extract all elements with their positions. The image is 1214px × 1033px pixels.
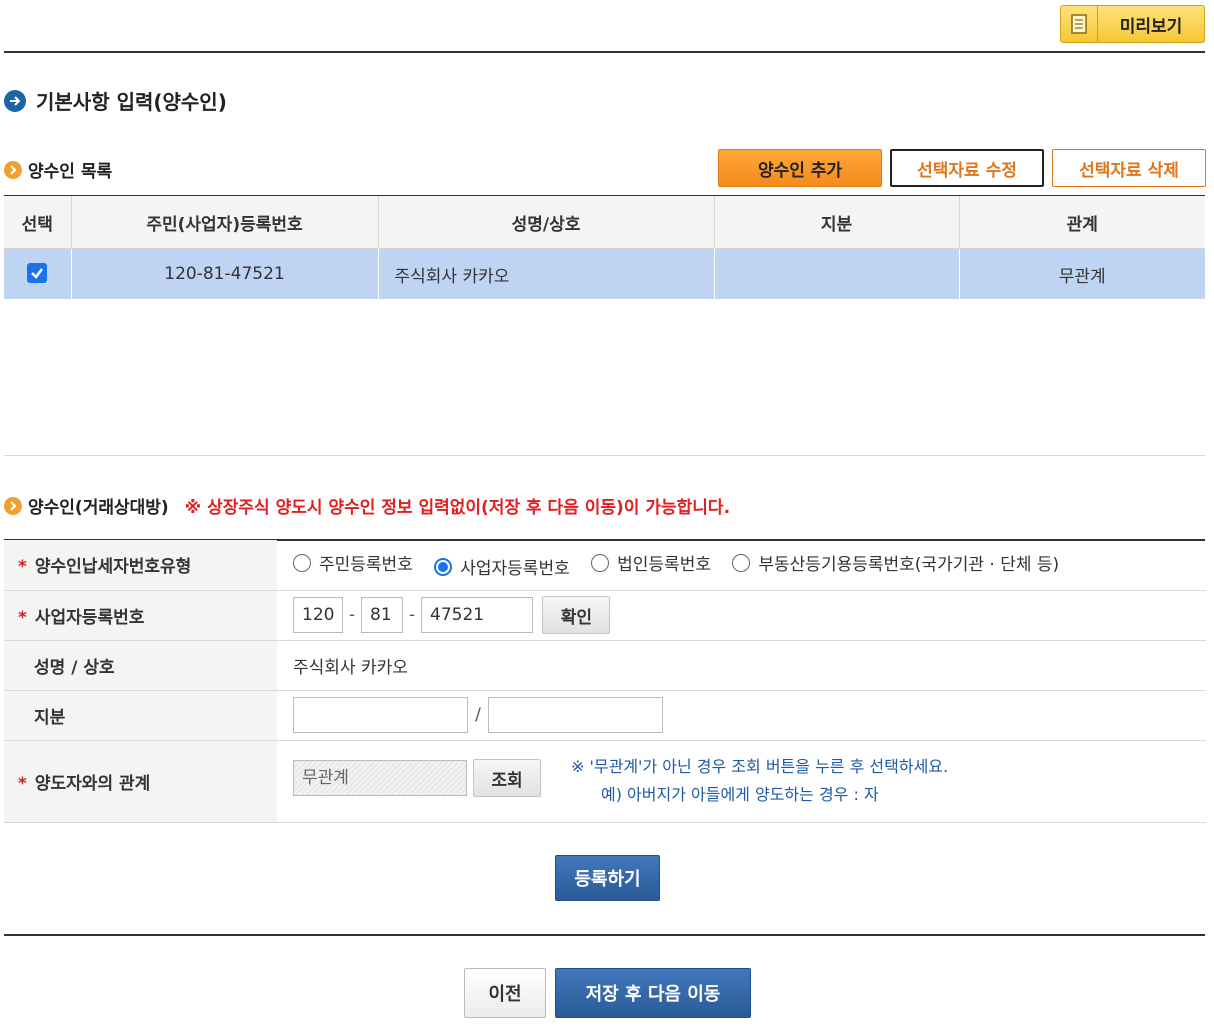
confirm-button[interactable]: 확인 bbox=[542, 596, 611, 634]
share-numerator-input[interactable] bbox=[293, 697, 468, 733]
chevron-right-circle-icon bbox=[4, 496, 22, 515]
document-icon bbox=[1061, 6, 1098, 42]
chevron-right-circle-icon bbox=[4, 160, 22, 179]
required-mark: * bbox=[18, 557, 27, 578]
bizno-label: * 사업자등록번호 bbox=[4, 590, 277, 640]
preview-button[interactable]: 미리보기 bbox=[1060, 5, 1205, 43]
form-row-relation: * 양도자와의 관계 무관계 조회 ※ '무관계'가 아닌 경우 조회 버튼을 누… bbox=[4, 740, 1206, 822]
form-header: 양수인(거래상대방) ※ 상장주식 양도시 양수인 정보 입력없이(저장 후 다… bbox=[4, 493, 730, 518]
row-checkbox[interactable] bbox=[27, 263, 48, 283]
register-button[interactable]: 등록하기 bbox=[555, 855, 660, 901]
table-row[interactable]: 120-81-47521 주식회사 카카오 무관계 bbox=[4, 248, 1205, 299]
share-cell bbox=[713, 248, 959, 299]
form-row-bizno: * 사업자등록번호 120-81-47521 확인 bbox=[4, 590, 1206, 640]
bizno-part3-input[interactable]: 47521 bbox=[421, 597, 533, 633]
relation-field: 무관계 bbox=[293, 760, 467, 796]
notice-text: ※ 상장주식 양도시 양수인 정보 입력없이(저장 후 다음 이동)이 가능합니… bbox=[184, 498, 731, 518]
radio-corp-no[interactable]: 법인등록번호 bbox=[591, 550, 711, 575]
column-header: 선택 bbox=[4, 196, 71, 249]
form-row-name: 성명 / 상호 주식회사 카카오 bbox=[4, 640, 1206, 690]
radio-business-no[interactable]: 사업자등록번호 bbox=[434, 554, 570, 579]
type-options: 주민등록번호 사업자등록번호 법인등록번호 부동산등기용등록번호(국가기관 · … bbox=[277, 540, 1206, 590]
radio-resident-no[interactable]: 주민등록번호 bbox=[293, 550, 413, 575]
section-divider bbox=[4, 455, 1205, 456]
lookup-button[interactable]: 조회 bbox=[473, 759, 541, 797]
delete-selected-button[interactable]: 선택자료 삭제 bbox=[1052, 149, 1206, 187]
column-header: 지분 bbox=[713, 196, 959, 249]
top-divider bbox=[4, 51, 1205, 53]
arrow-right-circle-icon bbox=[4, 89, 26, 112]
transferee-table: 선택 주민(사업자)등록번호 성명/상호 지분 관계 120-81-47521 … bbox=[4, 196, 1205, 299]
table-header-row: 선택 주민(사업자)등록번호 성명/상호 지분 관계 bbox=[4, 196, 1205, 249]
share-label: 지분 bbox=[4, 690, 277, 740]
type-label: * 양수인납세자번호유형 bbox=[4, 540, 277, 590]
row-select-cell[interactable] bbox=[4, 248, 71, 299]
preview-label: 미리보기 bbox=[1119, 16, 1183, 37]
transferee-form: * 양수인납세자번호유형 주민등록번호 사업자등록번호 법인등록번호 부동산등기용… bbox=[4, 540, 1206, 823]
hint-line-1: ※ '무관계'가 아닌 경우 조회 버튼을 누른 후 선택하세요. bbox=[571, 757, 949, 776]
bizno-part2-input[interactable]: 81 bbox=[361, 597, 403, 633]
form-row-type: * 양수인납세자번호유형 주민등록번호 사업자등록번호 법인등록번호 부동산등기용… bbox=[4, 540, 1206, 590]
relation-cell: 무관계 bbox=[958, 248, 1205, 299]
radio-realestate-no[interactable]: 부동산등기용등록번호(국가기관 · 단체 등) bbox=[732, 550, 1059, 575]
edit-selected-button[interactable]: 선택자료 수정 bbox=[890, 149, 1044, 187]
name-cell: 주식회사 카카오 bbox=[377, 248, 714, 299]
prev-button[interactable]: 이전 bbox=[464, 968, 546, 1018]
form-title: 양수인(거래상대방) bbox=[28, 498, 169, 518]
list-title: 양수인 목록 bbox=[28, 162, 113, 182]
name-value: 주식회사 카카오 bbox=[293, 657, 408, 678]
share-denominator-input[interactable] bbox=[488, 697, 663, 733]
list-header: 양수인 목록 bbox=[4, 157, 112, 182]
name-label: 성명 / 상호 bbox=[4, 640, 277, 690]
hint-line-2: 예) 아버지가 아들에게 양도하는 경우 : 자 bbox=[601, 785, 879, 804]
save-next-button[interactable]: 저장 후 다음 이동 bbox=[555, 968, 751, 1018]
bottom-divider bbox=[4, 934, 1205, 936]
add-transferee-button[interactable]: 양수인 추가 bbox=[718, 149, 882, 187]
checkmark-icon bbox=[31, 268, 44, 279]
form-row-share: 지분 / bbox=[4, 690, 1206, 740]
section-header: 기본사항 입력(양수인) bbox=[4, 86, 227, 115]
relation-label: * 양도자와의 관계 bbox=[4, 740, 277, 822]
bizno-part1-input[interactable]: 120 bbox=[293, 597, 343, 633]
page-title: 기본사항 입력(양수인) bbox=[36, 90, 227, 114]
column-header: 관계 bbox=[958, 196, 1205, 249]
column-header: 주민(사업자)등록번호 bbox=[70, 196, 378, 249]
column-header: 성명/상호 bbox=[377, 196, 714, 249]
reg-no-cell: 120-81-47521 bbox=[70, 248, 378, 299]
